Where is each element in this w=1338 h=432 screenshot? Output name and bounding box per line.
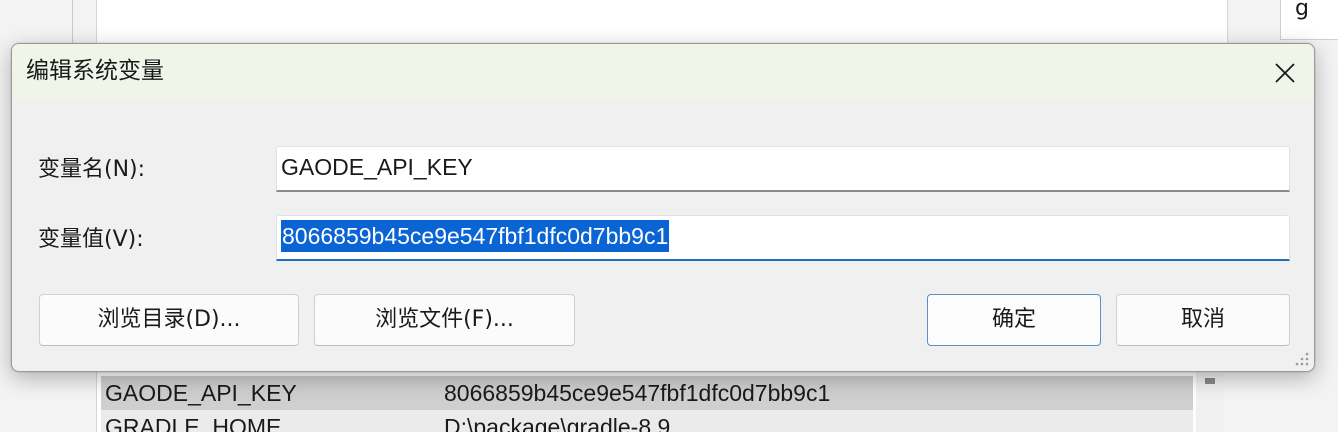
dialog-title: 编辑系统变量 bbox=[26, 58, 164, 84]
variable-value-label: 变量值(V): bbox=[38, 227, 144, 252]
variable-name-label: 变量名(N): bbox=[38, 157, 146, 182]
variable-value-cell: 8066859b45ce9e547fbf1dfc0d7bb9c1 bbox=[444, 380, 831, 406]
list-scrollbar[interactable] bbox=[1196, 372, 1224, 432]
background-partial-text: g bbox=[1280, 0, 1338, 40]
cancel-button[interactable]: 取消 bbox=[1116, 294, 1290, 346]
scrollbar-thumb[interactable] bbox=[1205, 378, 1215, 384]
list-item[interactable]: GRADLE_HOME D:\package\gradle-8.9 bbox=[101, 410, 1193, 432]
dialog-title-bar[interactable]: 编辑系统变量 bbox=[12, 44, 1314, 101]
close-button[interactable] bbox=[1256, 44, 1314, 101]
browse-directory-button[interactable]: 浏览目录(D)... bbox=[39, 294, 299, 346]
browse-file-button[interactable]: 浏览文件(F)... bbox=[314, 294, 575, 346]
background-divider bbox=[72, 0, 73, 44]
system-variables-list[interactable]: GAODE_API_KEY 8066859b45ce9e547fbf1dfc0d… bbox=[96, 372, 1224, 432]
background-panel bbox=[96, 0, 1228, 44]
variable-name-cell: GAODE_API_KEY bbox=[105, 380, 297, 406]
close-icon bbox=[1275, 62, 1295, 83]
resize-grip-icon[interactable] bbox=[1294, 351, 1310, 367]
variable-name-text: GAODE_API_KEY bbox=[281, 154, 473, 180]
ok-button[interactable]: 确定 bbox=[927, 294, 1101, 346]
variable-value-selected-text: 8066859b45ce9e547fbf1dfc0d7bb9c1 bbox=[281, 220, 670, 252]
variable-name-cell: GRADLE_HOME bbox=[105, 414, 282, 432]
edit-system-variable-dialog: 编辑系统变量 变量名(N): GAODE_API_KEY 变量值(V): 806… bbox=[11, 43, 1315, 372]
variable-value-cell: D:\package\gradle-8.9 bbox=[444, 414, 671, 432]
variable-value-input[interactable]: 8066859b45ce9e547fbf1dfc0d7bb9c1 bbox=[276, 215, 1290, 261]
variable-name-input[interactable]: GAODE_API_KEY bbox=[276, 146, 1290, 192]
list-item[interactable]: GAODE_API_KEY 8066859b45ce9e547fbf1dfc0d… bbox=[101, 376, 1193, 410]
